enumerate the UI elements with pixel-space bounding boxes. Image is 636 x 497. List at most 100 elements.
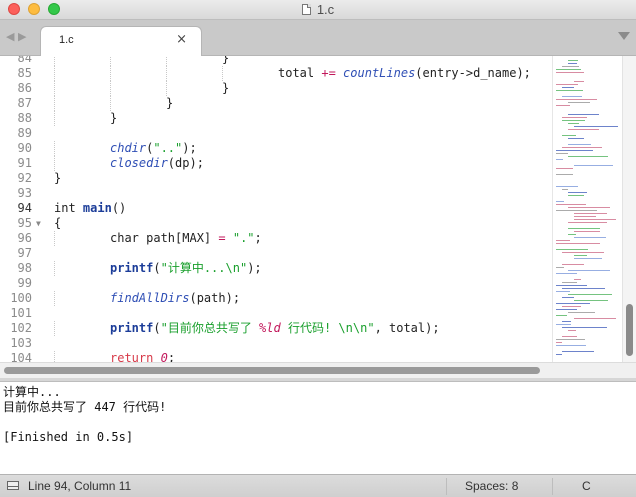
indentation-setting[interactable]: Spaces: 8 xyxy=(465,479,518,493)
indent-guide xyxy=(54,81,55,96)
minimap-line xyxy=(568,270,610,271)
code-line[interactable]: 97 xyxy=(0,246,552,261)
minimap-line xyxy=(574,258,602,259)
line-number: 104 xyxy=(10,351,32,362)
indent-guide xyxy=(166,81,167,96)
indent-guide xyxy=(54,111,55,126)
minimap-line xyxy=(556,249,588,250)
minimap-line xyxy=(568,192,587,193)
indent-guide xyxy=(54,321,55,336)
code-line[interactable]: 85 total += countLines(entry->d_name); xyxy=(0,66,552,81)
minimap-line xyxy=(562,189,568,190)
minimap[interactable] xyxy=(552,56,622,362)
code-line[interactable]: 104 return 0; xyxy=(0,351,552,362)
tab-back-arrow-icon[interactable]: ◀ xyxy=(6,30,14,43)
syntax-selector[interactable]: C xyxy=(582,479,591,493)
horizontal-scroll-thumb[interactable] xyxy=(4,367,540,374)
indent-guide xyxy=(54,96,55,111)
minimap-line xyxy=(562,321,571,322)
code-token: += xyxy=(321,66,336,80)
minimap-line xyxy=(574,279,581,280)
line-number: 85 xyxy=(17,66,32,80)
minimap-line xyxy=(556,285,587,286)
minimap-line xyxy=(568,228,600,229)
build-output-panel[interactable]: 计算中... 目前你总共写了 447 行代码! [Finished in 0.5… xyxy=(0,382,636,474)
minimap-line xyxy=(556,90,583,91)
minimap-line xyxy=(556,240,570,241)
code-token: 0 xyxy=(160,351,168,362)
status-divider xyxy=(552,478,553,495)
minimap-line xyxy=(574,81,584,82)
minimap-line xyxy=(574,219,616,220)
minimap-line xyxy=(562,336,577,337)
code-line[interactable]: 88} xyxy=(0,111,552,126)
code-token: 行代码! xyxy=(280,321,339,335)
indent-guide xyxy=(222,66,223,81)
vertical-scrollbar[interactable] xyxy=(622,56,636,362)
code-line[interactable]: 89 xyxy=(0,126,552,141)
code-token: , total); xyxy=(374,321,440,335)
tab-forward-arrow-icon[interactable]: ▶ xyxy=(18,30,26,43)
indent-guide xyxy=(54,141,55,156)
horizontal-scrollbar[interactable] xyxy=(0,362,636,378)
minimap-line xyxy=(556,105,570,106)
minimap-line xyxy=(562,117,587,118)
indent-guide xyxy=(110,81,111,96)
code-line[interactable]: 90 chdir(".."); xyxy=(0,141,552,156)
tab-close-icon[interactable]: × xyxy=(176,32,187,47)
code-line[interactable]: 91 closedir(dp); xyxy=(0,156,552,171)
code-line[interactable]: 95 ▼ { xyxy=(0,216,552,231)
tab-menu-chevron-icon[interactable] xyxy=(618,32,630,40)
minimap-line xyxy=(568,312,595,313)
code-line[interactable]: 94 int main() xyxy=(0,201,552,216)
vertical-scroll-thumb[interactable] xyxy=(626,304,633,356)
minimap-line xyxy=(562,288,605,289)
code-editor[interactable]: 84} 85 total += countLines(entry->d_name);… xyxy=(0,56,552,362)
code-line[interactable]: 96 char path[MAX] = "."; xyxy=(0,231,552,246)
fold-arrow-icon[interactable]: ▼ xyxy=(36,216,41,231)
code-line[interactable]: 100 findAllDirs(path); xyxy=(0,291,552,306)
code-token: (entry->d_name); xyxy=(415,66,531,80)
code-token: "计算中... xyxy=(160,261,226,275)
minimap-line xyxy=(556,72,584,73)
code-line[interactable]: 87} xyxy=(0,96,552,111)
line-number: 100 xyxy=(10,291,32,305)
code-line[interactable]: 93 xyxy=(0,186,552,201)
code-token: total xyxy=(278,66,322,80)
tab-1c[interactable]: 1.c × xyxy=(40,26,202,56)
code-line[interactable]: 84} xyxy=(0,56,552,66)
code-token: } xyxy=(222,81,230,95)
minimap-line xyxy=(574,216,596,217)
show-panel-icon[interactable] xyxy=(7,481,19,490)
minimap-line xyxy=(556,267,564,268)
code-line[interactable]: 102 printf("目前你总共写了 %ld 行代码! \n\n", total… xyxy=(0,321,552,336)
minimap-line xyxy=(562,306,581,307)
minimap-line xyxy=(556,342,562,343)
minimap-line xyxy=(556,345,586,346)
code-line[interactable]: 99 xyxy=(0,276,552,291)
indent-guide xyxy=(110,66,111,81)
code-line[interactable]: 86} xyxy=(0,81,552,96)
code-text: } xyxy=(222,56,229,66)
output-line: 计算中... xyxy=(3,385,61,399)
output-line: [Finished in 0.5s] xyxy=(3,430,134,444)
code-token: ( xyxy=(153,261,161,275)
minimap-line xyxy=(574,231,600,232)
code-token: ); xyxy=(182,141,197,155)
minimap-line xyxy=(568,138,584,139)
code-line[interactable]: 92} xyxy=(0,171,552,186)
indent-guide xyxy=(54,156,55,171)
line-number: 97 xyxy=(17,246,32,260)
line-number: 88 xyxy=(17,111,32,125)
code-text: printf("目前你总共写了 %ld 行代码! \n\n", total); xyxy=(110,321,440,336)
minimap-line xyxy=(556,153,568,154)
minimap-line xyxy=(562,147,602,148)
code-line[interactable]: 98 printf("计算中...\n"); xyxy=(0,261,552,276)
code-line[interactable]: 101 xyxy=(0,306,552,321)
code-token: \n xyxy=(225,261,240,275)
code-line[interactable]: 103 xyxy=(0,336,552,351)
indent-guide xyxy=(54,351,55,362)
code-text: printf("计算中...\n"); xyxy=(110,261,262,276)
